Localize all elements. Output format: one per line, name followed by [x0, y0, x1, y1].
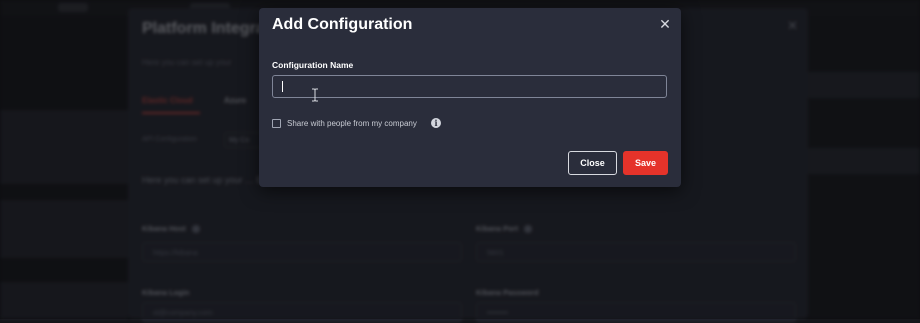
dialog-title: Add Configuration	[272, 16, 413, 33]
info-icon[interactable]: i	[431, 118, 441, 128]
close-button[interactable]: Close	[568, 151, 617, 175]
share-checkbox[interactable]	[272, 119, 281, 128]
save-button[interactable]: Save	[623, 151, 668, 175]
add-configuration-dialog: Add Configuration ✕ Configuration Name S…	[259, 8, 681, 187]
configuration-name-input[interactable]	[272, 75, 667, 98]
close-icon[interactable]: ✕	[659, 17, 671, 31]
ibeam-cursor-icon	[312, 88, 318, 102]
text-caret	[282, 81, 283, 92]
dialog-header: Add Configuration ✕	[259, 8, 681, 42]
configuration-name-label: Configuration Name	[272, 60, 354, 70]
share-label: Share with people from my company	[287, 119, 417, 128]
